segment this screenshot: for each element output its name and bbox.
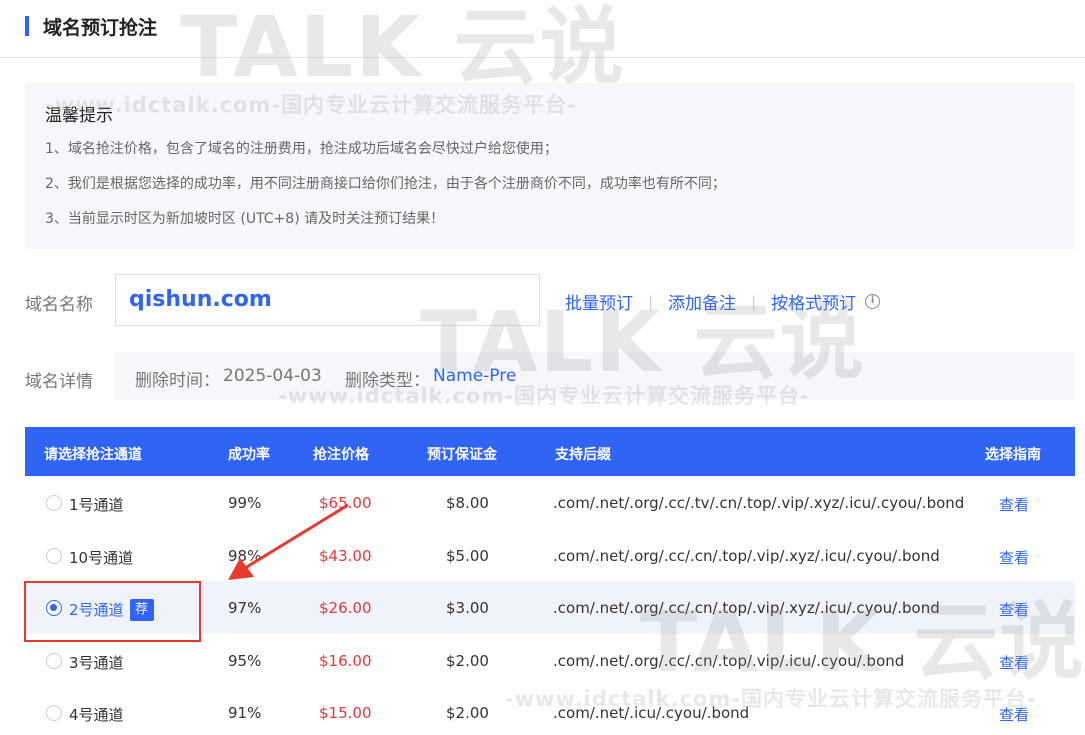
domain-name-value: qishun.com [129,287,272,312]
delete-time-label: 删除时间： [135,371,220,391]
table-header: 请选择抢注通道 成功率 抢注价格 预订保证金 支持后缀 选择指南 [25,427,1075,476]
divider: | [648,292,654,311]
success-rate: 97% [228,599,262,617]
add-note-link[interactable]: 添加备注 [668,289,736,314]
supported-suffixes: .com/.net/.org/.cc/.cn/.top/.vip/.icu/.c… [553,651,905,670]
highlight-box [24,581,201,642]
view-guide-link[interactable]: 查看 [999,704,1029,725]
supported-suffixes: .com/.net/.icu/.cyou/.bond [553,704,750,722]
title-accent-bar [25,16,29,36]
header-price: 抢注价格 [313,447,369,463]
format-reserve-link[interactable]: 按格式预订 [771,289,856,314]
view-guide-link[interactable]: 查看 [999,494,1029,515]
view-guide-link[interactable]: 查看 [999,599,1029,620]
page-title: 域名预订抢注 [43,17,158,39]
success-rate: 99% [228,494,262,512]
domain-detail-panel: 删除时间： 2025-04-03 删除类型： Name-Pre [115,352,1075,400]
supported-suffixes: .com/.net/.org/.cc/.cn/.top/.vip/.xyz/.i… [553,599,940,617]
price: $16.00 [319,651,372,670]
header-suffix: 支持后缀 [555,447,611,463]
deposit: $2.00 [446,704,489,722]
price: $26.00 [319,599,372,617]
table-row[interactable]: 10号通道 98% $43.00 $5.00 .com/.net/.org/.c… [25,529,1075,582]
notice-line-1: 1、域名抢注价格，包含了域名的注册费用，抢注成功后域名会尽快过户给您使用； [45,141,558,157]
domain-name-input[interactable]: qishun.com [115,274,540,326]
channel-name: 10号通道 [69,548,134,567]
channel-name: 1号通道 [69,496,124,514]
delete-type-value: Name-Pre [433,366,517,386]
notice-panel: 温馨提示 1、域名抢注价格，包含了域名的注册费用，抢注成功后域名会尽快过户给您使… [25,83,1075,249]
header-guide: 选择指南 [985,447,1041,463]
delete-time-value: 2025-04-03 [223,366,322,386]
supported-suffixes: .com/.net/.org/.cc/.tv/.cn/.top/.vip/.xy… [553,494,965,512]
header-channel: 请选择抢注通道 [44,447,142,463]
page-header: 域名预订抢注 [0,0,1085,58]
channel-radio[interactable] [46,652,62,669]
notice-title: 温馨提示 [45,106,113,126]
table-row[interactable]: 1号通道 99% $65.00 $8.00 .com/.net/.org/.cc… [25,476,1075,529]
view-guide-link[interactable]: 查看 [999,652,1029,673]
success-rate: 98% [228,546,262,565]
header-rate: 成功率 [228,447,270,463]
notice-line-2: 2、我们是根据您选择的成功率，用不同注册商接口给你们抢注，由于各个注册商价不同，… [45,176,726,192]
info-circle-icon[interactable]: i [865,294,881,309]
deposit: $8.00 [446,494,489,512]
channel-name: 3号通道 [69,653,124,672]
view-guide-link[interactable]: 查看 [999,547,1029,568]
table-row[interactable]: 4号通道 91% $15.00 $2.00 .com/.net/.icu/.cy… [25,686,1075,735]
batch-reserve-link[interactable]: 批量预订 [565,289,633,314]
domain-detail-label: 域名详情 [25,372,93,392]
price: $65.00 [319,494,372,512]
delete-type-label: 删除类型： [345,371,430,391]
domain-actions: 批量预订 | 添加备注 | 按格式预订 i [565,289,881,314]
channel-radio[interactable] [46,495,62,511]
price: $15.00 [319,704,372,722]
header-deposit: 预订保证金 [427,447,497,463]
deposit: $5.00 [446,546,489,565]
channel-radio[interactable] [46,547,62,564]
notice-line-3: 3、当前显示时区为新加坡时区 (UTC+8) 请及时关注预订结果！ [45,211,445,227]
supported-suffixes: .com/.net/.org/.cc/.cn/.top/.vip/.xyz/.i… [553,546,940,565]
divider: | [751,292,757,311]
success-rate: 91% [228,704,262,722]
domain-name-label: 域名名称 [25,295,93,315]
deposit: $2.00 [446,651,489,670]
channel-name: 4号通道 [69,706,124,724]
success-rate: 95% [228,651,262,670]
deposit: $3.00 [446,599,489,617]
price: $43.00 [319,546,372,565]
channel-radio[interactable] [46,705,62,721]
